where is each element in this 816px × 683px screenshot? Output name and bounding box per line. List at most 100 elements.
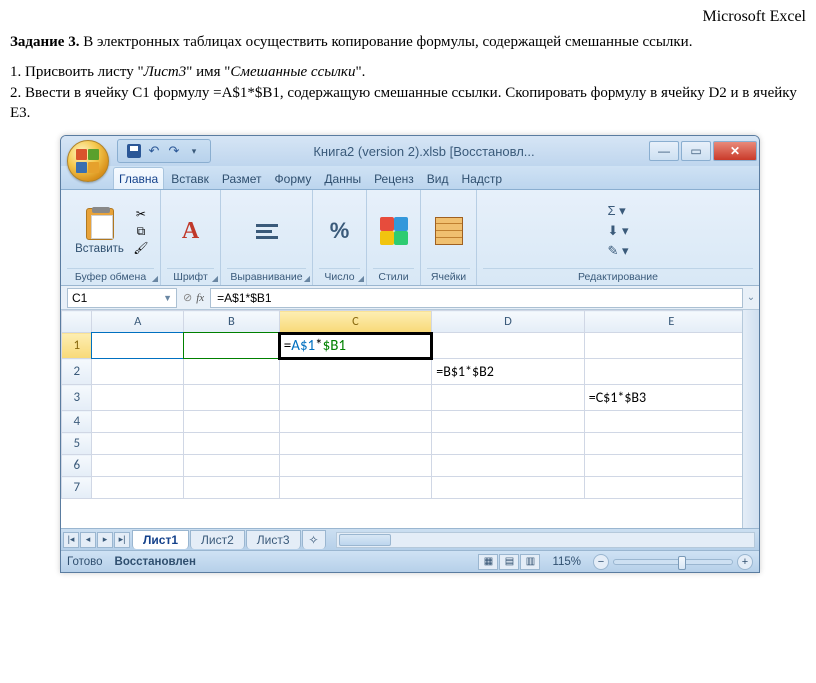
styles-button[interactable] <box>374 211 414 251</box>
cell-b2[interactable] <box>183 359 279 385</box>
formula-bar-icons: ⊘ fx <box>183 291 204 304</box>
row-header-4[interactable]: 4 <box>62 411 92 433</box>
ribbon: Вставить ✂ ⧉ 🖌 Буфер обмена ◢ A Шрифт ◢ … <box>61 190 759 286</box>
namebox-dropdown-icon[interactable]: ▼ <box>163 293 172 303</box>
step-1: 1. Присвоить листу "Лист3" имя "Смешанны… <box>10 62 806 82</box>
sheet-nav-prev-icon[interactable]: ◂ <box>80 532 96 548</box>
group-clipboard: Вставить ✂ ⧉ 🖌 Буфер обмена ◢ <box>61 190 161 285</box>
zoom-slider[interactable] <box>613 559 733 565</box>
tab-data[interactable]: Данны <box>318 167 367 189</box>
tab-review[interactable]: Реценз <box>368 167 420 189</box>
col-header-d[interactable]: D <box>432 311 584 333</box>
tab-view[interactable]: Вид <box>421 167 455 189</box>
group-number: % Число ◢ <box>313 190 367 285</box>
sheet-tab-2[interactable]: Лист2 <box>190 530 245 549</box>
col-header-c[interactable]: C <box>279 311 431 333</box>
cut-icon[interactable]: ✂ <box>132 207 150 221</box>
zoom-out-button[interactable]: − <box>593 554 609 570</box>
tab-addins[interactable]: Надстр <box>456 167 509 189</box>
maximize-button[interactable]: ▭ <box>681 141 711 161</box>
window-controls: — ▭ ✕ <box>647 141 757 161</box>
formula-bar-row: C1 ▼ ⊘ fx =A$1*$B1 ⌄ <box>61 286 759 310</box>
zoom-control: − + <box>593 554 753 570</box>
view-normal-icon[interactable]: ▦ <box>478 554 498 570</box>
task-paragraph: Задание 3. В электронных таблицах осущес… <box>10 32 806 52</box>
cell-e3[interactable]: =C$1*$B3 <box>584 385 758 411</box>
view-page-layout-icon[interactable]: ▤ <box>499 554 519 570</box>
undo-icon[interactable]: ↶ <box>146 143 162 159</box>
paste-button[interactable]: Вставить <box>71 204 128 259</box>
vertical-scrollbar[interactable] <box>742 310 759 528</box>
expand-formula-bar-icon[interactable]: ⌄ <box>743 292 759 303</box>
qat-dropdown-icon[interactable]: ▾ <box>186 143 202 159</box>
view-page-break-icon[interactable]: ▥ <box>520 554 540 570</box>
cell-d2[interactable]: =B$1*$B2 <box>432 359 584 385</box>
save-icon[interactable] <box>126 143 142 159</box>
row-header-7[interactable]: 7 <box>62 477 92 499</box>
office-button[interactable] <box>67 140 109 182</box>
number-button[interactable]: % <box>320 211 360 251</box>
new-sheet-button[interactable]: ✧ <box>302 530 326 549</box>
cell-e1[interactable] <box>584 333 758 359</box>
sheet-nav-last-icon[interactable]: ▸| <box>114 532 130 548</box>
redo-icon[interactable]: ↷ <box>166 143 182 159</box>
zoom-in-button[interactable]: + <box>737 554 753 570</box>
sheet-tab-1[interactable]: Лист1 <box>132 530 189 549</box>
cells-button[interactable] <box>429 211 469 251</box>
sheet-nav-first-icon[interactable]: |◂ <box>63 532 79 548</box>
alignment-launcher-icon[interactable]: ◢ <box>304 274 310 283</box>
cell-d3[interactable] <box>432 385 584 411</box>
minimize-button[interactable]: — <box>649 141 679 161</box>
font-launcher-icon[interactable]: ◢ <box>212 274 218 283</box>
status-recovered: Восстановлен <box>115 556 196 568</box>
col-header-e[interactable]: E <box>584 311 758 333</box>
select-all-corner[interactable] <box>62 311 92 333</box>
fx-icon[interactable]: fx <box>196 292 204 304</box>
horizontal-scrollbar[interactable] <box>336 532 755 548</box>
row-header-2[interactable]: 2 <box>62 359 92 385</box>
group-editing: Σ ▾ ⬇ ▾ ✎ ▾ Редактирование <box>477 190 759 285</box>
tab-home[interactable]: Главна <box>113 167 164 189</box>
status-ready: Готово <box>67 556 103 568</box>
tab-layout[interactable]: Размет <box>216 167 268 189</box>
autosum-icon[interactable]: Σ ▾ <box>607 203 628 219</box>
row-header-1[interactable]: 1 <box>62 333 92 359</box>
fill-icon[interactable]: ⬇ ▾ <box>607 223 628 239</box>
cell-b1[interactable] <box>183 333 279 359</box>
row-header-5[interactable]: 5 <box>62 433 92 455</box>
cell-c1[interactable]: =A$1*$B1 <box>279 333 431 359</box>
copy-icon[interactable]: ⧉ <box>132 224 150 238</box>
clipboard-launcher-icon[interactable]: ◢ <box>152 274 158 283</box>
number-launcher-icon[interactable]: ◢ <box>358 274 364 283</box>
group-styles: Стили <box>367 190 421 285</box>
tab-insert[interactable]: Вставк <box>165 167 215 189</box>
page-header-app: Microsoft Excel <box>10 8 806 26</box>
name-box[interactable]: C1 ▼ <box>67 288 177 308</box>
sheet-nav-next-icon[interactable]: ▸ <box>97 532 113 548</box>
alignment-button[interactable] <box>247 211 287 251</box>
excel-window: ↶ ↷ ▾ Книга2 (version 2).xlsb [Восстанов… <box>60 135 760 573</box>
font-button[interactable]: A <box>171 211 211 251</box>
cell-a2[interactable] <box>92 359 183 385</box>
format-painter-icon[interactable]: 🖌 <box>132 241 150 255</box>
col-header-a[interactable]: A <box>92 311 183 333</box>
sheet-nav-buttons: |◂ ◂ ▸ ▸| <box>63 532 131 548</box>
tab-formulas[interactable]: Форму <box>269 167 318 189</box>
cell-b3[interactable] <box>183 385 279 411</box>
row-header-6[interactable]: 6 <box>62 455 92 477</box>
cell-c3[interactable] <box>279 385 431 411</box>
formula-input[interactable]: =A$1*$B1 <box>210 288 743 308</box>
cell-e2[interactable] <box>584 359 758 385</box>
step-2: 2. Ввести в ячейку C1 формулу =A$1*$B1, … <box>10 83 806 124</box>
cell-a3[interactable] <box>92 385 183 411</box>
row-header-3[interactable]: 3 <box>62 385 92 411</box>
col-header-b[interactable]: B <box>183 311 279 333</box>
cell-a1[interactable] <box>92 333 183 359</box>
titlebar: ↶ ↷ ▾ Книга2 (version 2).xlsb [Восстанов… <box>61 136 759 166</box>
close-button[interactable]: ✕ <box>713 141 757 161</box>
sheet-tab-3[interactable]: Лист3 <box>246 530 301 549</box>
cancel-formula-icon[interactable]: ⊘ <box>183 291 192 304</box>
clear-icon[interactable]: ✎ ▾ <box>607 243 628 259</box>
cell-d1[interactable] <box>432 333 584 359</box>
cell-c2[interactable] <box>279 359 431 385</box>
